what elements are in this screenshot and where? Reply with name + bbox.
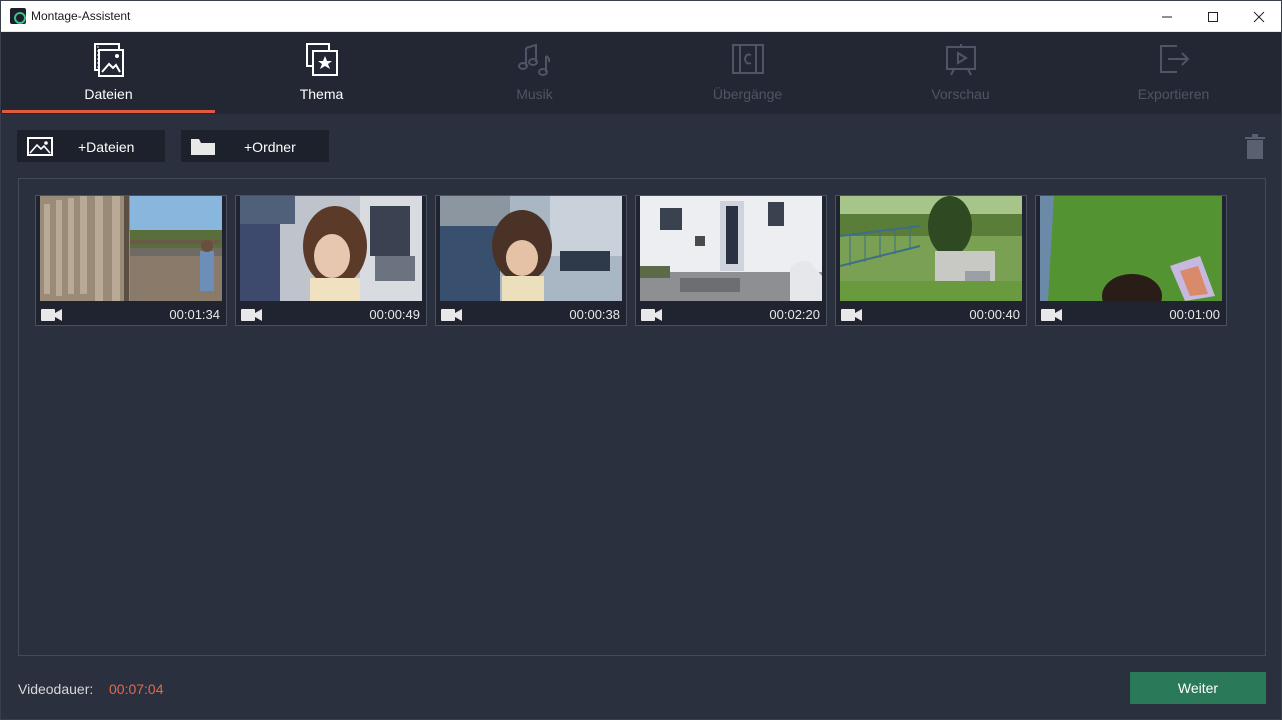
video-camera-icon — [41, 309, 62, 321]
images-icon — [93, 43, 124, 77]
tab-label: Vorschau — [931, 86, 990, 102]
media-list: 00:01:34 00:00:49 00:00:38 00:02:20 00:0… — [18, 178, 1266, 656]
add-folder-button[interactable]: +Ordner — [181, 130, 329, 162]
minimize-button[interactable] — [1144, 1, 1190, 32]
tab-label: Exportieren — [1137, 86, 1210, 102]
close-icon — [1253, 11, 1265, 22]
add-files-label: +Dateien — [78, 139, 135, 155]
maximize-button[interactable] — [1190, 1, 1236, 32]
video-thumbnail — [40, 196, 222, 301]
transition-icon — [731, 44, 764, 74]
window-title: Montage-Assistent — [31, 9, 131, 23]
video-camera-icon — [241, 309, 262, 321]
media-duration: 00:02:20 — [769, 307, 820, 322]
close-button[interactable] — [1236, 1, 1282, 32]
tab-label: Thema — [299, 86, 344, 102]
video-camera-icon — [1041, 309, 1062, 321]
tab-vorschau[interactable]: Vorschau — [854, 32, 1067, 114]
export-icon — [1159, 45, 1189, 73]
tab-label: Dateien — [84, 86, 133, 102]
media-duration: 00:00:49 — [369, 307, 420, 322]
title-bar: Montage-Assistent — [1, 1, 1281, 32]
image-icon — [27, 137, 53, 156]
add-files-button[interactable]: +Dateien — [17, 130, 165, 162]
video-thumbnail — [440, 196, 622, 301]
media-duration: 00:00:40 — [969, 307, 1020, 322]
video-camera-icon — [441, 309, 462, 321]
theme-star-icon — [305, 43, 338, 76]
tab-musik[interactable]: Musik — [428, 32, 641, 114]
add-folder-label: +Ordner — [244, 139, 296, 155]
media-duration: 00:01:34 — [169, 307, 220, 322]
delete-button[interactable] — [1244, 134, 1266, 165]
maximize-icon — [1208, 11, 1218, 22]
tab-label: Übergänge — [712, 86, 783, 102]
video-duration-label: Videodauer: — [18, 681, 94, 697]
next-button[interactable]: Weiter — [1130, 672, 1266, 704]
video-thumbnail — [1040, 196, 1222, 301]
active-tab-indicator — [2, 110, 215, 113]
folder-icon — [191, 139, 215, 155]
tab-label: Musik — [516, 86, 553, 102]
montage-assistant-window: Montage-Assistent Dateien Thema Musik Üb… — [0, 0, 1282, 720]
media-item[interactable]: 00:00:38 — [435, 195, 627, 326]
video-thumbnail — [240, 196, 422, 301]
video-camera-icon — [841, 309, 862, 321]
media-duration: 00:00:38 — [569, 307, 620, 322]
step-tabs: Dateien Thema Musik Übergänge Vorschau E… — [1, 32, 1281, 114]
app-logo-icon — [10, 8, 26, 24]
media-duration: 00:01:00 — [1169, 307, 1220, 322]
media-item[interactable]: 00:00:40 — [835, 195, 1027, 326]
trash-icon — [1245, 134, 1265, 159]
music-note-icon — [517, 43, 550, 76]
tab-uebergaenge[interactable]: Übergänge — [641, 32, 854, 114]
media-item[interactable]: 00:01:00 — [1035, 195, 1227, 326]
video-camera-icon — [641, 309, 662, 321]
media-item[interactable]: 00:02:20 — [635, 195, 827, 326]
video-duration-value: 00:07:04 — [109, 681, 164, 697]
tab-dateien[interactable]: Dateien — [2, 32, 215, 114]
media-item[interactable]: 00:00:49 — [235, 195, 427, 326]
tab-exportieren[interactable]: Exportieren — [1067, 32, 1280, 114]
minimize-icon — [1162, 16, 1172, 17]
preview-icon — [945, 44, 976, 76]
tab-thema[interactable]: Thema — [215, 32, 428, 114]
media-item[interactable]: 00:01:34 — [35, 195, 227, 326]
video-thumbnail — [640, 196, 822, 301]
video-thumbnail — [840, 196, 1022, 301]
